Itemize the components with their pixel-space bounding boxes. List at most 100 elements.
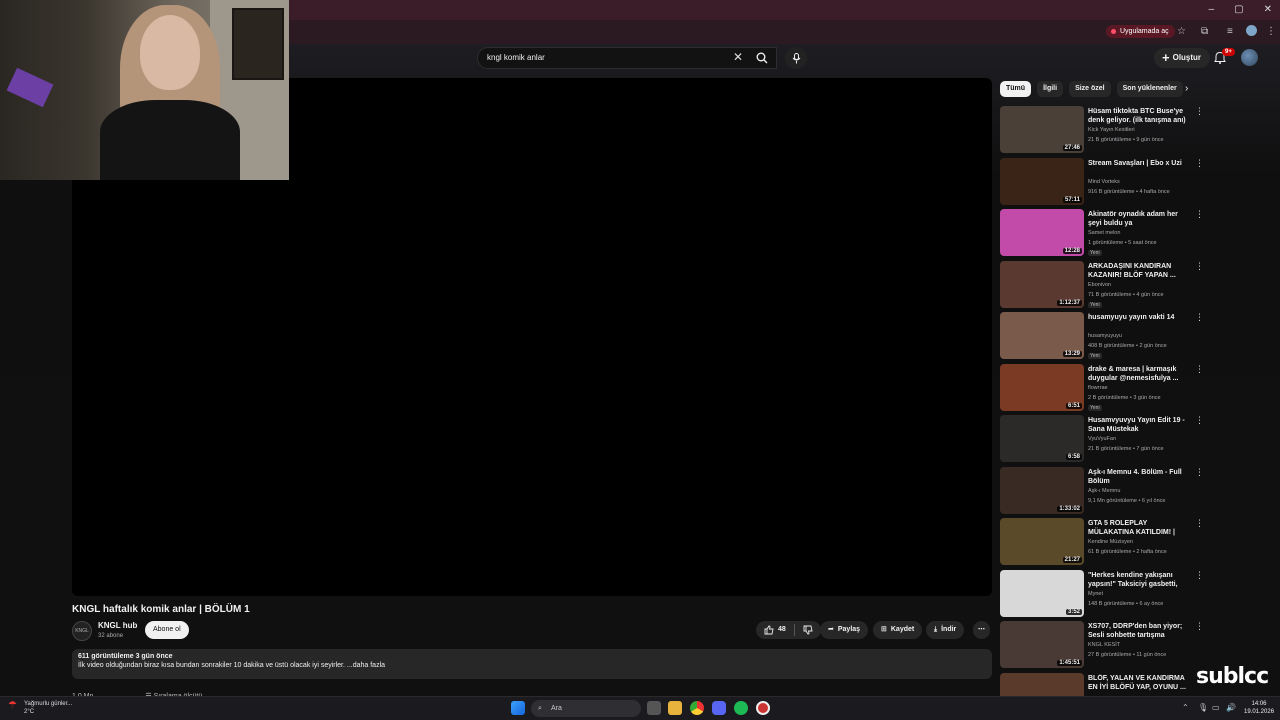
chrome-icon[interactable] [690,701,704,715]
tray-chevron-icon[interactable]: ⌃ [1182,703,1189,712]
more-vertical-icon[interactable]: ⋮ [1195,261,1204,272]
thumbs-down-icon[interactable] [803,625,813,635]
recommendation-title[interactable]: BLÖF, YALAN VE KANDIRMA EN İYİ BLÖFÜ YAP… [1088,674,1188,692]
recommendation-channel[interactable]: Ebonivon [1088,282,1111,288]
channel-name[interactable]: KNGL hub [98,621,137,630]
discord-icon[interactable] [712,701,726,715]
more-vertical-icon[interactable]: ⋮ [1195,364,1204,375]
recommendation-channel[interactable]: husamyuyuyu [1088,333,1122,339]
spotify-icon[interactable] [734,701,748,715]
create-button[interactable]: + Oluştur [1154,48,1211,68]
mic-tray-icon[interactable]: 🎙 [1198,703,1208,712]
recommendation-item[interactable]: 1:33:02 Aşk-ı Memnu 4. Bölüm - Full Bölüm… [1000,466,1204,519]
minimize-button[interactable]: – [1209,4,1215,15]
network-icon[interactable]: ▭ [1212,703,1220,712]
recommendation-thumbnail[interactable]: 1:33:02 [1000,466,1084,514]
recommendation-title[interactable]: Hüsam tiktokta BTC Buse'ye denk geliyor.… [1088,107,1188,126]
save-button[interactable]: ⊞ Kaydet [873,621,923,639]
recommendation-title[interactable]: ARKADAŞINI KANDIRAN KAZANIR! BLÖF YAPAN … [1088,262,1188,280]
file-explorer-icon[interactable] [668,701,682,715]
more-vertical-icon[interactable]: ⋮ [1195,158,1204,169]
more-actions-button[interactable]: ⋯ [973,621,990,639]
recommendation-channel[interactable]: Kendine Müzisyen [1088,539,1133,545]
start-menu-icon[interactable] [511,701,525,715]
recommendation-title[interactable]: XS707, DDRP'den ban yiyor; Sesli sohbett… [1088,622,1188,641]
taskbar-search-input[interactable]: ⌕ Ara [531,700,641,717]
recommendation-thumbnail[interactable]: 13:29 [1000,312,1084,359]
recommendation-item[interactable]: 27:46 Hüsam tiktokta BTC Buse'ye denk gel… [1000,106,1204,158]
more-vertical-icon[interactable]: ⋮ [1195,621,1204,632]
more-vertical-icon[interactable]: ⋮ [1195,209,1204,220]
search-input[interactable]: kngl komik anlar [477,47,777,69]
volume-icon[interactable]: 🔊 [1226,703,1236,712]
recommendation-title[interactable]: husamyuyu yayın vakti 14 [1088,313,1188,322]
recommendation-title[interactable]: Aşk-ı Memnu 4. Bölüm - Full Bölüm [1088,468,1188,486]
recommendation-channel[interactable]: VyuVyuFan [1088,436,1116,442]
recommendation-title[interactable]: Akinatör oynadık adam her şeyi buldu ya [1088,210,1188,228]
recommendation-item[interactable]: 57:11 Stream Savaşları | Ebo x Uzi Mind Vo… [1000,157,1204,210]
recommendation-thumbnail[interactable]: 1:45:51 [1000,621,1084,668]
recommendation-thumbnail[interactable]: 12:28 [1000,209,1084,256]
profile-icon[interactable] [1246,25,1257,36]
weather-widget[interactable]: ☂ Yağmurlu günler... 2°C [8,700,72,716]
recommendation-channel[interactable]: KNGL KESİT [1088,642,1120,648]
recommendation-item[interactable]: 3:52 "Herkes kendine yakışanı yapsın!" Ta… [1000,569,1204,622]
recommendation-channel[interactable]: Mind Vorteks [1088,179,1120,185]
recommendation-title[interactable]: Husamvyuvyu Yayın Edit 19 - Sana Müsteka… [1088,416,1188,434]
recommendation-title[interactable]: drake & maresa | karmaşık duygular @neme… [1088,365,1188,383]
chip-related[interactable]: İlgili [1037,81,1064,97]
recommendation-channel[interactable]: Mynet [1088,591,1103,597]
taskbar-clock[interactable]: 14:06 19.01.2026 [1244,700,1274,716]
more-vertical-icon[interactable]: ⋮ [1195,415,1204,426]
recommendation-item[interactable]: 6:51 drake & maresa | karmaşık duygular @… [1000,363,1204,416]
extensions-icon[interactable]: ⧉ [1201,26,1208,37]
voice-search-button[interactable] [785,47,807,69]
clear-search-icon[interactable]: ✕ [733,50,743,64]
more-vertical-icon[interactable]: ⋮ [1195,312,1204,323]
channel-avatar[interactable]: KNGL [72,621,92,641]
recommendation-thumbnail[interactable]: 21:27 [1000,518,1084,565]
chevron-right-icon[interactable]: › [1185,83,1188,94]
recommendation-channel[interactable]: Aşk-ı Memnu [1088,488,1120,494]
maximize-button[interactable]: ▢ [1234,4,1243,15]
search-button[interactable] [748,47,776,69]
recommendation-item[interactable]: 12:28 Akinatör oynadık adam her şeyi buld… [1000,209,1204,261]
sidepanel-icon[interactable]: ≡ [1227,26,1233,37]
recommendation-thumbnail[interactable]: 6:58 [1000,415,1084,462]
recommendation-thumbnail[interactable]: 3:52 [1000,569,1084,617]
chip-all[interactable]: Tümü [1000,81,1032,97]
recommendation-thumbnail[interactable]: 27:46 [1000,106,1084,153]
recommendation-thumbnail[interactable]: 1:12:37 [1000,260,1084,308]
subscribe-button[interactable]: Abone ol [145,621,189,639]
account-avatar[interactable] [1241,49,1258,66]
recommendation-item[interactable]: 6:58 Husamvyuvyu Yayın Edit 19 - Sana Müs… [1000,415,1204,467]
more-vertical-icon[interactable]: ⋮ [1195,467,1204,478]
share-button[interactable]: ➦ Paylaş [820,621,869,639]
more-vertical-icon[interactable]: ⋮ [1195,106,1204,117]
task-view-icon[interactable] [647,701,661,715]
chip-for-you[interactable]: Size özel [1069,81,1111,97]
recommendation-channel[interactable]: Kick Yayın Kesitleri [1088,127,1135,133]
download-button[interactable]: ⤓ İndir [926,621,965,639]
description-box[interactable]: 611 görüntüleme 3 gün önce İlk video old… [72,649,992,679]
chip-recent[interactable]: Son yüklenenler [1116,81,1183,97]
recommendation-item[interactable]: 13:29 husamyuyu yayın vakti 14 husamyuyuyu… [1000,312,1204,364]
recommendation-title[interactable]: "Herkes kendine yakışanı yapsın!" Taksic… [1088,571,1188,590]
browser-menu-icon[interactable]: ⋮ [1266,26,1276,37]
open-in-app-button[interactable]: Uygulamada aç [1106,25,1175,38]
more-vertical-icon[interactable]: ⋮ [1195,518,1204,529]
bookmark-star-icon[interactable]: ☆ [1177,26,1186,37]
close-window-button[interactable]: ✕ [1264,4,1272,15]
recommendation-channel[interactable]: Samet melon [1088,230,1120,236]
recommendation-thumbnail[interactable]: 6:51 [1000,363,1084,411]
recommendation-item[interactable]: 1:45:51 XS707, DDRP'den ban yiyor; Sesli … [1000,621,1204,673]
recommendation-item[interactable]: 1:12:37 ARKADAŞINI KANDIRAN KAZANIR! BLÖF… [1000,260,1204,313]
obs-icon[interactable] [756,701,770,715]
recommendation-item[interactable]: 21:27 GTA 5 ROLEPLAY MÜLAKATINA KATILDIM!… [1000,518,1204,570]
like-button[interactable]: 48 [764,621,786,639]
recommendation-title[interactable]: GTA 5 ROLEPLAY MÜLAKATINA KATILDIM! | AD… [1088,519,1188,538]
more-vertical-icon[interactable]: ⋮ [1195,570,1204,581]
recommendation-title[interactable]: Stream Savaşları | Ebo x Uzi [1088,159,1188,168]
recommendation-channel[interactable]: flowrrae [1088,385,1108,391]
recommendation-thumbnail[interactable]: 57:11 [1000,157,1084,205]
